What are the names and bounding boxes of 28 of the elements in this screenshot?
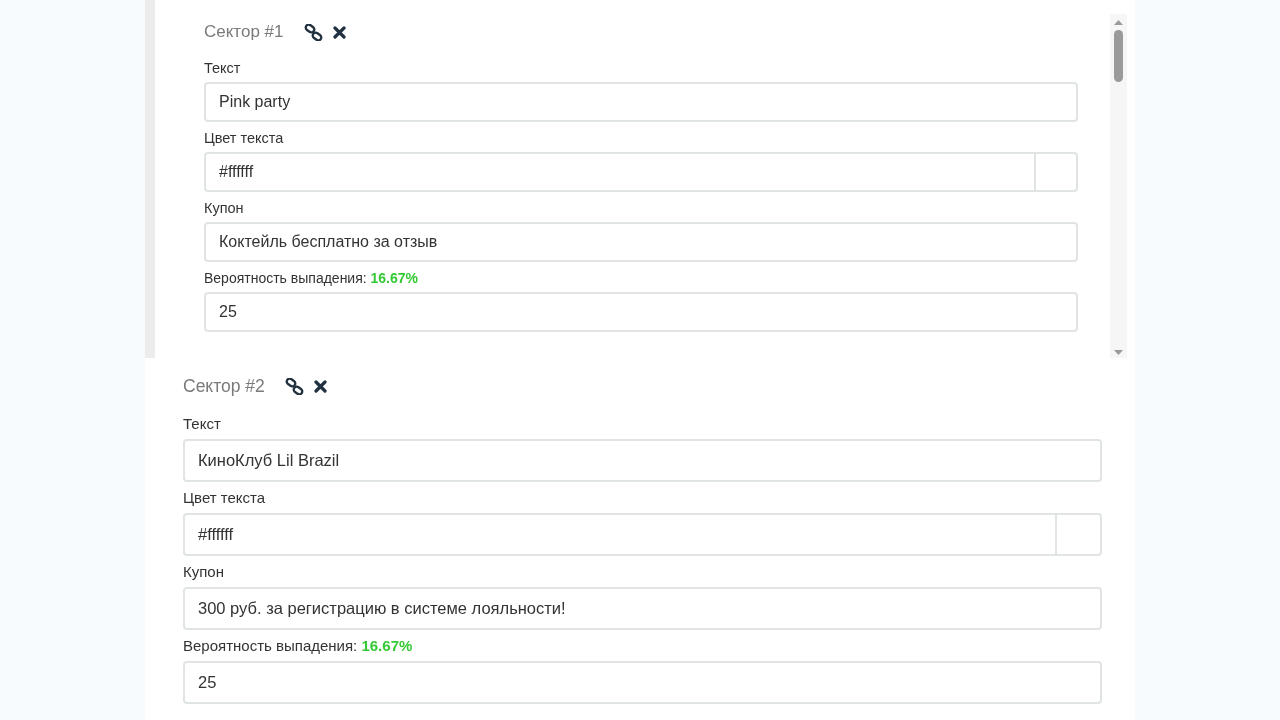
field-label: Цвет текста xyxy=(183,488,267,508)
text-input[interactable]: Коктейль бесплатно за отзыв xyxy=(204,222,1078,262)
probability-label: Вероятность выпадения: 16.67% xyxy=(204,269,420,288)
sector-title: Сектор #1 xyxy=(204,22,284,42)
link-icon[interactable] xyxy=(284,377,304,395)
text-input[interactable]: Pink party xyxy=(204,82,1078,122)
text-input[interactable]: 300 руб. за регистрацию в системе лояльности! xyxy=(183,587,1102,630)
field-label: Купон xyxy=(204,199,245,218)
color-input[interactable]: #ffffff xyxy=(183,513,1056,556)
field-label: Текст xyxy=(183,414,222,434)
color-input[interactable]: #ffffff xyxy=(204,152,1035,192)
close-icon[interactable] xyxy=(313,379,327,393)
link-icon[interactable] xyxy=(303,23,323,41)
color-swatch[interactable] xyxy=(1056,513,1102,556)
scrollbar[interactable] xyxy=(1110,14,1127,358)
caret-down-icon[interactable] xyxy=(1114,350,1123,355)
field-label: Цвет текста xyxy=(204,129,285,148)
close-icon[interactable] xyxy=(332,25,346,39)
probability-label: Вероятность выпадения: 16.67% xyxy=(183,636,414,656)
color-swatch[interactable] xyxy=(1035,152,1078,192)
weight-input[interactable]: 25 xyxy=(204,292,1078,332)
field-label: Текст xyxy=(204,59,242,78)
field-label: Купон xyxy=(183,562,225,582)
sector-title: Сектор #2 xyxy=(183,375,265,397)
caret-up-icon[interactable] xyxy=(1114,20,1123,25)
weight-input[interactable]: 25 xyxy=(183,661,1102,704)
text-input[interactable]: КиноКлуб Lil Brazil xyxy=(183,439,1102,482)
scrollbar-thumb[interactable] xyxy=(1114,30,1123,82)
